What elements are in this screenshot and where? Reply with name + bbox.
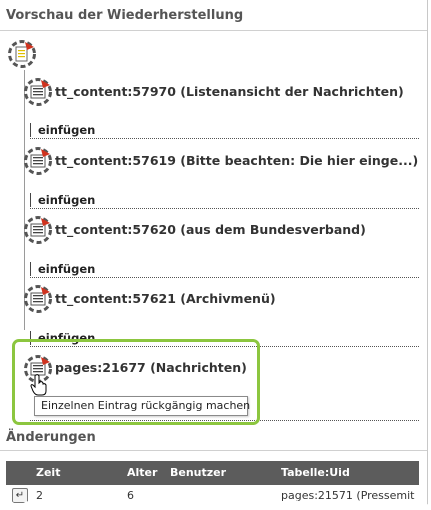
- content-record-icon: [24, 216, 52, 244]
- changes-title: Änderungen: [6, 430, 96, 445]
- action-label: einfügen: [38, 123, 96, 137]
- content-record-icon: [24, 285, 52, 313]
- record-label: tt_content:57620 (aus dem Bundesverband): [55, 222, 366, 237]
- content-record-icon: [24, 78, 52, 106]
- column-header-tabelle: Tabelle:Uid: [281, 466, 350, 479]
- action-row: einfügen: [30, 191, 419, 209]
- column-header-benutzer: Benutzer: [170, 466, 227, 479]
- record-label: tt_content:57970 (Listenansicht der Nach…: [55, 84, 404, 99]
- preview-title: Vorschau der Wiederherstellung: [6, 8, 244, 23]
- changes-divider: [0, 450, 427, 451]
- hand-cursor-icon: [30, 374, 47, 396]
- page-root-icon: [8, 40, 36, 68]
- action-row: einfügen: [30, 121, 419, 139]
- column-header-zeit: Zeit: [36, 466, 61, 479]
- changes-table-header: Zeit Alter Benutzer Tabelle:Uid: [6, 461, 419, 485]
- action-label: einfügen: [38, 193, 96, 207]
- undo-tooltip: Einzelnen Eintrag rückgängig machen: [34, 396, 250, 416]
- torn-edge: [0, 500, 431, 510]
- column-header-alter: Alter: [127, 466, 158, 479]
- content-record-icon: [24, 147, 52, 175]
- history-panel: Vorschau der Wiederherstellung tt_conten…: [0, 0, 428, 506]
- action-row: einfügen: [30, 260, 419, 278]
- record-label: tt_content:57619 (Bitte beachten: Die hi…: [55, 153, 419, 168]
- action-label: einfügen: [38, 262, 96, 276]
- title-divider: [0, 30, 427, 31]
- record-label: tt_content:57621 (Archivmenü): [55, 291, 276, 306]
